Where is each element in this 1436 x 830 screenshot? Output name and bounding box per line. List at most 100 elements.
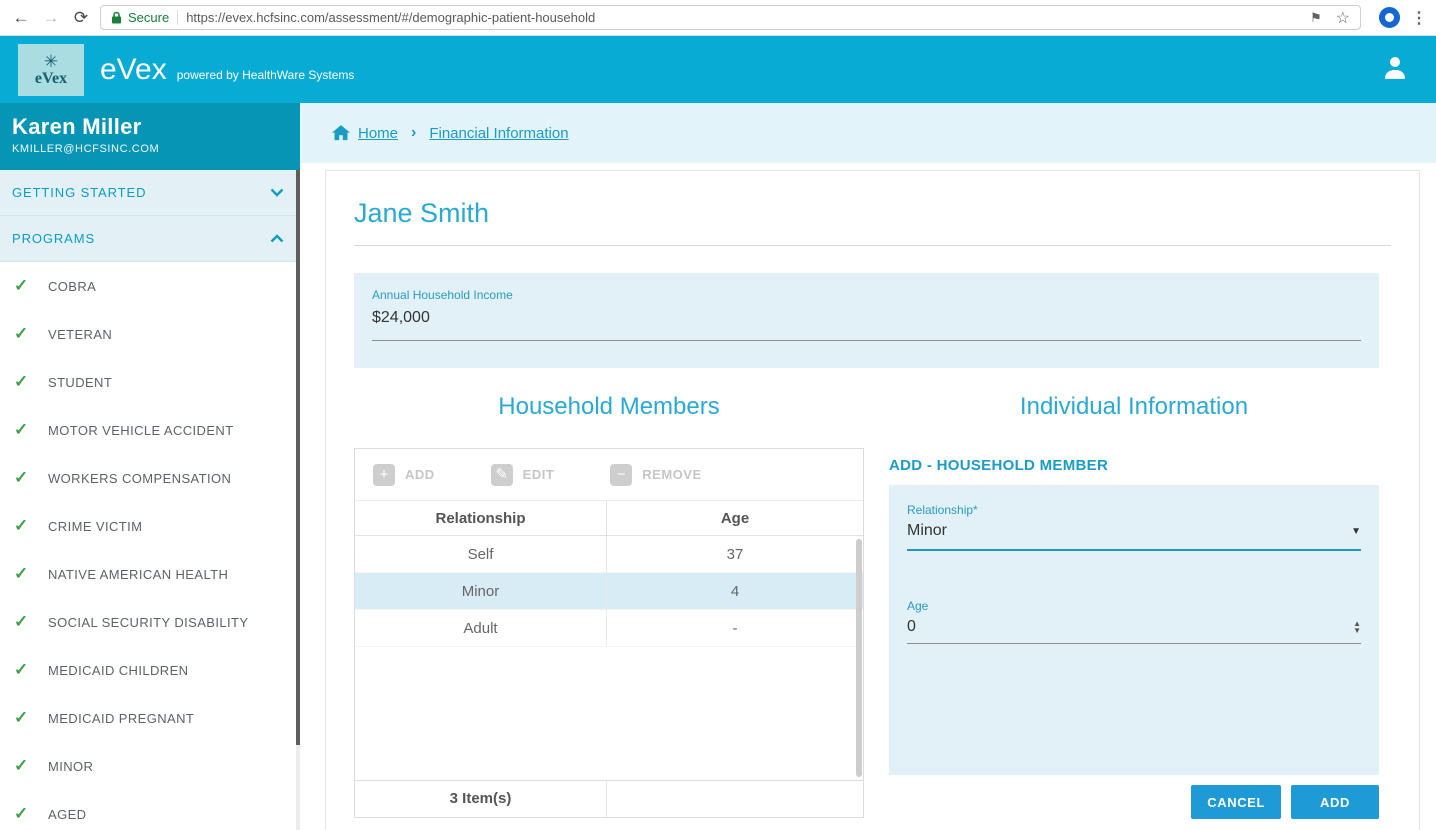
- main-content: Home › Financial Information Jane Smith …: [300, 103, 1436, 830]
- program-label: WORKERS COMPENSATION: [48, 471, 231, 486]
- logo-text: eVex: [35, 71, 67, 87]
- cell-relationship: Minor: [355, 573, 607, 610]
- page-flag-icon[interactable]: ⚑: [1310, 10, 1322, 26]
- add-label: ADD: [405, 467, 435, 482]
- sidebar-item-program[interactable]: ✓ NATIVE AMERICAN HEALTH: [0, 550, 300, 598]
- program-label: MEDICAID PREGNANT: [48, 711, 194, 726]
- edit-member-button[interactable]: ✎ EDIT: [491, 464, 555, 486]
- table-footer: 3 Item(s): [355, 780, 863, 817]
- sidebar-item-program[interactable]: ✓ VETERAN: [0, 310, 300, 358]
- program-label: MINOR: [48, 759, 93, 774]
- individual-information-title: Individual Information: [889, 393, 1379, 421]
- table-row[interactable]: Self 37: [355, 536, 863, 573]
- add-member-button[interactable]: + ADD: [373, 464, 435, 486]
- check-icon: ✓: [14, 420, 48, 440]
- program-label: CRIME VICTIM: [48, 519, 142, 534]
- check-icon: ✓: [14, 468, 48, 488]
- sidebar-item-program[interactable]: ✓ STUDENT: [0, 358, 300, 406]
- add-button[interactable]: ADD: [1291, 785, 1379, 819]
- add-household-member-subtitle: ADD - HOUSEHOLD MEMBER: [889, 457, 1379, 474]
- column-header-relationship: Relationship: [355, 501, 607, 536]
- sidebar-item-program[interactable]: ✓ WORKERS COMPENSATION: [0, 454, 300, 502]
- check-icon: ✓: [14, 372, 48, 392]
- check-icon: ✓: [14, 516, 48, 536]
- url-text: https://evex.hcfsinc.com/assessment/#/de…: [186, 10, 595, 25]
- breadcrumb-current-link[interactable]: Financial Information: [429, 125, 568, 142]
- sidebar-section-programs[interactable]: PROGRAMS: [0, 216, 300, 262]
- evex-logo: ✳ eVex: [18, 44, 84, 96]
- chevron-up-icon: [270, 234, 284, 243]
- breadcrumb-home-link[interactable]: Home: [332, 125, 398, 142]
- bookmark-star-icon[interactable]: ☆: [1336, 8, 1350, 28]
- relationship-label: Relationship*: [907, 503, 1361, 517]
- table-scrollbar[interactable]: [856, 539, 862, 777]
- check-icon: ✓: [14, 276, 48, 296]
- income-panel: Annual Household Income $24,000: [354, 273, 1379, 368]
- minus-icon: −: [610, 464, 632, 486]
- column-header-age: Age: [607, 510, 863, 527]
- cell-relationship: Self: [355, 536, 607, 573]
- sidebar-section-getting-started[interactable]: GETTING STARTED: [0, 170, 300, 216]
- app-header: ✳ eVex eVex powered by HealthWare System…: [0, 36, 1436, 103]
- browser-menu-icon[interactable]: ⋮: [1408, 8, 1430, 28]
- cell-relationship: Adult: [355, 610, 607, 647]
- title-divider: [354, 245, 1391, 246]
- check-icon: ✓: [14, 660, 48, 680]
- patient-name: Jane Smith: [354, 198, 1391, 229]
- table-row[interactable]: Minor 4: [355, 573, 863, 610]
- forward-icon[interactable]: →: [36, 8, 66, 28]
- user-profile-icon[interactable]: [1380, 52, 1410, 87]
- sidebar-item-program[interactable]: ✓ AGED: [0, 790, 300, 830]
- sidebar-item-program[interactable]: ✓ MEDICAID PREGNANT: [0, 694, 300, 742]
- cell-age: 37: [607, 546, 863, 563]
- cancel-button[interactable]: CANCEL: [1191, 785, 1281, 819]
- check-icon: ✓: [14, 756, 48, 776]
- sidebar-item-program[interactable]: ✓ MINOR: [0, 742, 300, 790]
- breadcrumb: Home › Financial Information: [300, 103, 1436, 163]
- address-bar[interactable]: Secure https://evex.hcfsinc.com/assessme…: [100, 5, 1361, 30]
- app-tagline: powered by HealthWare Systems: [177, 68, 355, 82]
- address-divider: [177, 10, 178, 25]
- app-name: eVex: [100, 53, 167, 87]
- breadcrumb-home-label: Home: [358, 125, 398, 142]
- sidebar-item-program[interactable]: ✓ COBRA: [0, 262, 300, 310]
- home-icon: [332, 125, 350, 141]
- refresh-icon[interactable]: ⟳: [66, 8, 96, 28]
- household-members-title: Household Members: [354, 393, 864, 421]
- cell-age: 4: [607, 583, 863, 600]
- form-actions: CANCEL ADD: [889, 785, 1379, 819]
- program-list: ✓ COBRA ✓ VETERAN ✓ STUDENT ✓ MOTOR VEHI…: [0, 262, 300, 830]
- sidebar-item-program[interactable]: ✓ MOTOR VEHICLE ACCIDENT: [0, 406, 300, 454]
- table-body: Self 37 Minor 4 Adult -: [355, 536, 863, 780]
- browser-toolbar: ← → ⟳ Secure https://evex.hcfsinc.com/as…: [0, 0, 1436, 36]
- relationship-select[interactable]: Minor ▼: [907, 522, 1361, 551]
- household-table: + ADD ✎ EDIT − REMOVE Relation: [354, 448, 864, 818]
- assessment-card: Jane Smith Annual Household Income $24,0…: [325, 170, 1420, 830]
- sidebar: Karen Miller KMILLER@HCFSINC.COM GETTING…: [0, 103, 300, 830]
- sidebar-item-program[interactable]: ✓ CRIME VICTIM: [0, 502, 300, 550]
- income-label: Annual Household Income: [372, 288, 1361, 302]
- program-label: VETERAN: [48, 327, 112, 342]
- relationship-value: Minor: [907, 522, 947, 540]
- program-label: STUDENT: [48, 375, 112, 390]
- remove-member-button[interactable]: − REMOVE: [610, 464, 701, 486]
- check-icon: ✓: [14, 324, 48, 344]
- sidebar-item-program[interactable]: ✓ SOCIAL SECURITY DISABILITY: [0, 598, 300, 646]
- income-input[interactable]: $24,000: [372, 309, 1361, 341]
- table-row[interactable]: Adult -: [355, 610, 863, 647]
- program-label: MOTOR VEHICLE ACCIDENT: [48, 423, 234, 438]
- check-icon: ✓: [14, 612, 48, 632]
- age-input[interactable]: 0 ▲ ▼: [907, 618, 1361, 644]
- number-stepper-icon[interactable]: ▲ ▼: [1353, 620, 1361, 634]
- age-value: 0: [907, 618, 916, 636]
- check-icon: ✓: [14, 804, 48, 824]
- remove-label: REMOVE: [642, 467, 701, 482]
- program-label: AGED: [48, 807, 86, 822]
- secure-label[interactable]: Secure: [128, 10, 169, 25]
- table-header-row: Relationship Age: [355, 501, 863, 536]
- back-icon[interactable]: ←: [6, 8, 36, 28]
- program-label: COBRA: [48, 279, 96, 294]
- edit-label: EDIT: [523, 467, 555, 482]
- sidebar-item-program[interactable]: ✓ MEDICAID CHILDREN: [0, 646, 300, 694]
- browser-profile-avatar[interactable]: [1379, 7, 1400, 28]
